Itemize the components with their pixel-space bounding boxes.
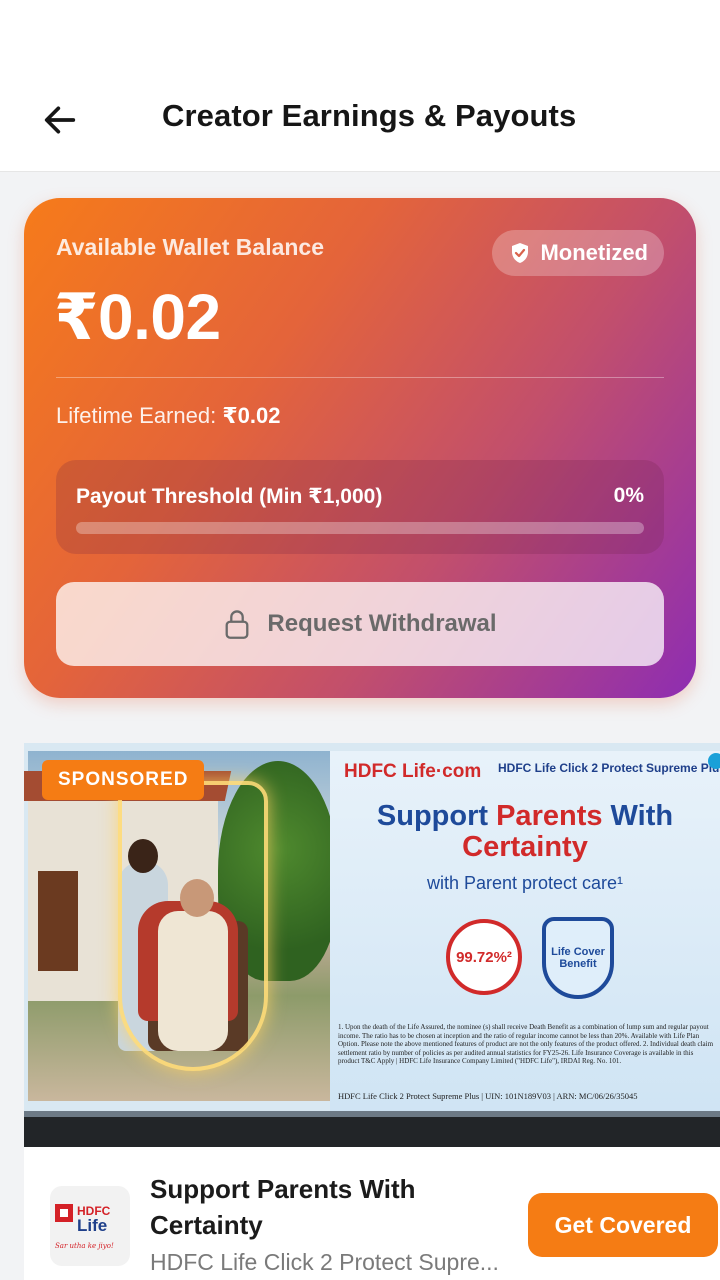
sponsored-ad-card[interactable]: HDFC Life·com HDFC Life Click 2 Protect … xyxy=(24,743,720,1280)
wallet-balance-value: ₹0.02 xyxy=(54,281,221,353)
lock-icon xyxy=(225,610,249,639)
back-button[interactable] xyxy=(36,96,84,144)
ad-creative-image[interactable]: HDFC Life·com HDFC Life Click 2 Protect … xyxy=(24,743,720,1147)
request-withdrawal-label: Request Withdrawal xyxy=(267,610,497,637)
ad-strip xyxy=(24,1117,720,1147)
request-withdrawal-button[interactable]: Request Withdrawal xyxy=(56,582,664,666)
monetized-badge: Monetized xyxy=(492,230,664,276)
ad-title[interactable]: Support Parents With Certainty xyxy=(150,1171,470,1243)
status-bar xyxy=(0,0,720,80)
ad-fine-print: 1. Upon the death of the Life Assured, t… xyxy=(338,1023,714,1065)
payout-threshold-percent: 0% xyxy=(613,484,644,507)
payout-threshold-panel: Payout Threshold (Min ₹1,000) 0% xyxy=(56,460,664,554)
lifetime-earned: Lifetime Earned: ₹0.02 xyxy=(56,403,280,429)
ad-headline-part: Parents xyxy=(496,800,603,832)
arrow-left-icon xyxy=(44,106,76,134)
ad-headline-part: With xyxy=(602,800,674,832)
ad-info-icon[interactable] xyxy=(708,753,720,769)
life-cover-badge: Life Cover Benefit xyxy=(542,917,614,999)
monetized-label: Monetized xyxy=(540,240,648,265)
ad-brand-product: HDFC Life Click 2 Protect Supreme Plus xyxy=(498,761,720,775)
app-bar: Creator Earnings & Payouts xyxy=(0,80,720,172)
ad-headline-part: Certainty xyxy=(462,831,588,863)
lifetime-earned-value: ₹0.02 xyxy=(222,403,281,428)
svg-text:Sar utha ke jiyo!: Sar utha ke jiyo! xyxy=(55,1242,114,1250)
ad-headline: Support Parents With Certainty xyxy=(330,801,720,863)
get-covered-button[interactable]: Get Covered xyxy=(528,1193,718,1257)
ad-description: HDFC Life Click 2 Protect Supre... xyxy=(150,1249,499,1275)
wallet-balance-label: Available Wallet Balance xyxy=(56,234,325,260)
door-graphic xyxy=(38,871,78,971)
page-title: Creator Earnings & Payouts xyxy=(162,98,577,133)
payout-progress-bar xyxy=(76,522,644,534)
wallet-card: Available Wallet Balance Monetized ₹0.02… xyxy=(24,198,696,698)
claim-ratio-badge: 99.72%² xyxy=(446,919,522,995)
sponsored-tag: SPONSORED xyxy=(42,760,205,800)
divider xyxy=(56,377,664,378)
ad-photo xyxy=(24,751,338,1101)
ad-subline: with Parent protect care¹ xyxy=(426,873,624,893)
shield-glow-graphic xyxy=(118,781,268,1071)
advertiser-logo: HDFC Life Sar utha ke jiyo! xyxy=(50,1186,130,1266)
lifetime-earned-label: Lifetime Earned: xyxy=(56,403,223,428)
payout-threshold-label: Payout Threshold (Min ₹1,000) xyxy=(76,485,383,508)
hdfc-life-logo-icon: HDFC Life Sar utha ke jiyo! xyxy=(55,1204,114,1250)
ad-footer-text: HDFC Life Click 2 Protect Supreme Plus |… xyxy=(338,1091,638,1101)
ad-creative-text-panel: HDFC Life·com HDFC Life Click 2 Protect … xyxy=(330,751,720,1117)
ad-brand: HDFC Life·com xyxy=(344,761,482,782)
ad-headline-part: Support xyxy=(376,800,497,832)
shield-check-icon xyxy=(512,243,529,263)
svg-text:Life: Life xyxy=(77,1216,107,1235)
